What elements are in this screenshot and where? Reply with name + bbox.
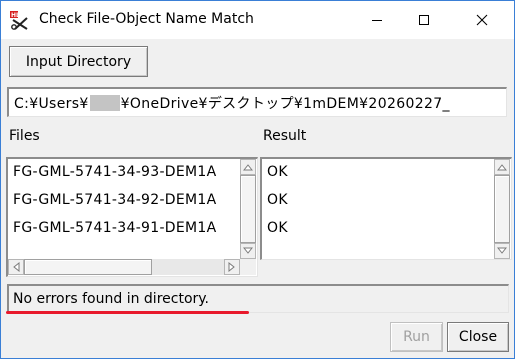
list-item[interactable]: OK: [267, 164, 288, 180]
app-icon: HL: [9, 10, 29, 30]
arrow-left-icon: [13, 262, 20, 272]
close-button[interactable]: Close: [447, 322, 509, 352]
red-underline-annotation: [6, 311, 249, 314]
horizontal-scroll-thumb[interactable]: [24, 259, 152, 275]
scroll-corner: [240, 259, 256, 275]
scroll-down-button[interactable]: [240, 243, 256, 259]
window-title: Check File-Object Name Match: [39, 11, 254, 27]
files-listbox[interactable]: FG-GML-5741-34-93-DEM1A FG-GML-5741-34-9…: [6, 157, 258, 277]
scroll-up-button[interactable]: [494, 159, 510, 175]
dialog-window: HL Check File-Object Name Match Input Di…: [0, 0, 515, 359]
status-message: No errors found in directory.: [13, 291, 209, 307]
list-item[interactable]: FG-GML-5741-34-93-DEM1A: [13, 164, 237, 180]
files-label: Files: [9, 128, 40, 144]
list-item[interactable]: FG-GML-5741-34-91-DEM1A: [13, 220, 237, 236]
directory-path-field[interactable]: C:¥Users¥ ¥OneDrive¥デスクトップ¥1mDEM¥20260227…: [7, 87, 507, 117]
svg-text:HL: HL: [11, 12, 20, 19]
redacted-username: [89, 95, 120, 111]
list-item[interactable]: OK: [267, 192, 288, 208]
files-vertical-scrollbar[interactable]: [240, 159, 256, 259]
arrow-down-icon: [243, 247, 253, 254]
minimize-icon: [371, 20, 382, 21]
arrow-up-icon: [497, 164, 507, 171]
window-close-button[interactable]: [459, 1, 504, 39]
path-prefix: C:¥Users¥: [14, 96, 89, 112]
arrow-down-icon: [497, 247, 507, 254]
result-listbox[interactable]: OK OK OK: [260, 157, 512, 260]
scroll-up-button[interactable]: [240, 159, 256, 175]
result-label: Result: [263, 128, 307, 144]
maximize-button[interactable]: [401, 1, 446, 39]
scroll-thumb[interactable]: [240, 175, 256, 243]
scroll-down-button[interactable]: [494, 243, 510, 259]
path-suffix: ¥OneDrive¥デスクトップ¥1mDEM¥20260227_: [120, 96, 450, 112]
status-field: No errors found in directory.: [7, 284, 509, 313]
files-horizontal-scrollbar[interactable]: [8, 259, 240, 275]
directory-path-text: C:¥Users¥ ¥OneDrive¥デスクトップ¥1mDEM¥20260227…: [14, 93, 450, 113]
arrow-up-icon: [243, 164, 253, 171]
scroll-right-button[interactable]: [224, 259, 240, 275]
minimize-button[interactable]: [354, 1, 399, 39]
list-item[interactable]: FG-GML-5741-34-92-DEM1A: [13, 192, 237, 208]
scroll-thumb[interactable]: [494, 175, 510, 243]
scroll-left-button[interactable]: [8, 259, 24, 275]
arrow-right-icon: [228, 262, 235, 272]
close-icon: [476, 14, 487, 26]
run-button[interactable]: Run: [390, 322, 443, 352]
title-bar[interactable]: HL Check File-Object Name Match: [1, 1, 514, 39]
list-item[interactable]: OK: [267, 220, 288, 236]
maximize-icon: [418, 15, 429, 25]
result-vertical-scrollbar[interactable]: [494, 159, 510, 259]
input-directory-button[interactable]: Input Directory: [9, 46, 148, 77]
